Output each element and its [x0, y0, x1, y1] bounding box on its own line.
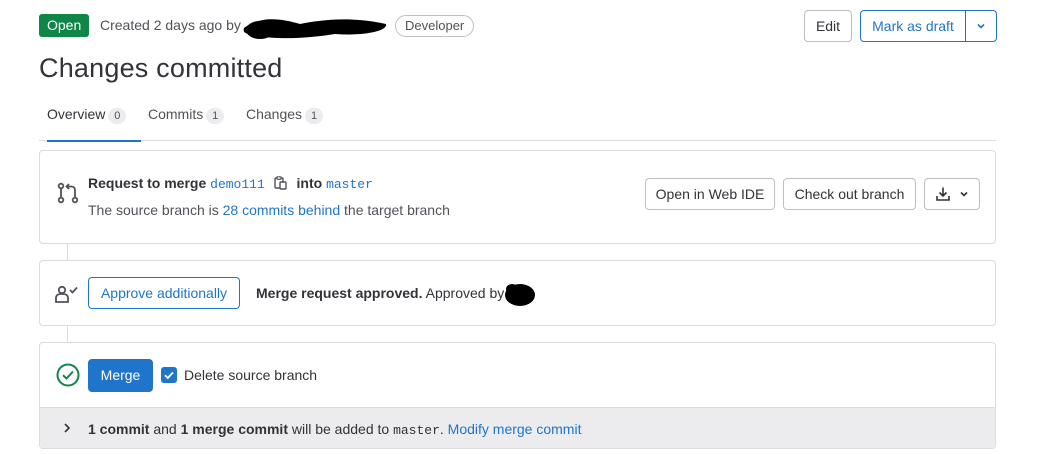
merge-summary-text: 1 commit and 1 merge commit will be adde…	[88, 421, 581, 438]
chevron-down-icon	[977, 23, 985, 29]
delete-source-branch-checkbox[interactable]	[161, 367, 177, 383]
merge-card: Merge Delete source branch 1 commit and …	[39, 342, 996, 449]
redacted-author	[243, 19, 387, 39]
tab-commits[interactable]: Commits 1	[148, 100, 225, 141]
tab-label: Changes	[246, 106, 303, 122]
source-branch-link[interactable]: demo111	[210, 177, 265, 192]
merge-commit-summary: 1 commit and 1 merge commit will be adde…	[40, 407, 995, 448]
target-branch-link[interactable]: master	[326, 177, 373, 192]
merge-commit-count: 1 merge commit	[180, 421, 288, 437]
approved-by-text: Approved by	[425, 285, 505, 301]
edit-button[interactable]: Edit	[804, 10, 852, 42]
merge-request-title: Request to merge demo111 into master	[88, 175, 373, 192]
download-icon	[936, 187, 950, 201]
widget-connector	[67, 244, 68, 260]
redacted-approver-avatar	[505, 284, 535, 306]
draft-options-dropdown[interactable]	[965, 10, 997, 42]
success-check-icon	[56, 363, 80, 387]
approval-status-bold: Merge request approved.	[256, 285, 423, 301]
checkmark-icon	[164, 371, 174, 380]
and-text: and	[153, 421, 177, 437]
commits-behind-link[interactable]: 28 commits behind	[223, 202, 341, 218]
tab-label: Commits	[148, 106, 204, 122]
status-badge: Open	[39, 14, 90, 37]
into-text: into	[296, 175, 323, 191]
approval-user-icon	[55, 285, 78, 303]
added-to-text: will be added to	[291, 421, 390, 437]
role-badge: Developer	[395, 15, 475, 37]
tab-bar: Overview 0 Commits 1 Changes 1	[39, 100, 996, 142]
created-by-text: Created 2 days ago by	[100, 17, 241, 33]
tab-overview[interactable]: Overview 0	[47, 100, 141, 142]
tab-count: 1	[206, 108, 225, 124]
branch-status-text: The source branch is 28 commits behind t…	[88, 202, 450, 218]
download-dropdown-button[interactable]	[924, 178, 980, 210]
request-prefix: Request to merge	[88, 175, 207, 191]
open-web-ide-button[interactable]: Open in Web IDE	[645, 178, 775, 210]
merge-request-info-card: Request to merge demo111 into master The…	[39, 150, 996, 244]
approve-additionally-button[interactable]: Approve additionally	[88, 277, 240, 309]
target-branch-name: master	[393, 423, 440, 438]
tab-count: 0	[108, 108, 127, 124]
chevron-down-icon	[960, 191, 968, 197]
commit-count: 1 commit	[88, 421, 150, 437]
approval-card: Approve additionally Merge request appro…	[39, 260, 996, 326]
widget-connector	[67, 326, 68, 342]
chevron-right-icon[interactable]	[62, 422, 72, 434]
merge-button[interactable]: Merge	[88, 359, 153, 392]
behind-prefix: The source branch is	[88, 202, 219, 218]
tab-count: 1	[305, 108, 324, 124]
page-title: Changes committed	[39, 53, 283, 83]
check-out-branch-button[interactable]: Check out branch	[783, 178, 916, 210]
merge-request-icon	[57, 182, 79, 204]
modify-merge-commit-link[interactable]: Modify merge commit	[448, 421, 582, 437]
approval-status-text: Merge request approved. Approved by	[256, 285, 504, 301]
tab-changes[interactable]: Changes 1	[246, 100, 324, 141]
behind-suffix: the target branch	[344, 202, 450, 218]
period-text: .	[439, 421, 444, 437]
copy-icon[interactable]	[273, 176, 287, 190]
mark-as-draft-button[interactable]: Mark as draft	[860, 10, 966, 42]
delete-source-branch-label[interactable]: Delete source branch	[184, 367, 317, 383]
tab-label: Overview	[47, 106, 106, 122]
